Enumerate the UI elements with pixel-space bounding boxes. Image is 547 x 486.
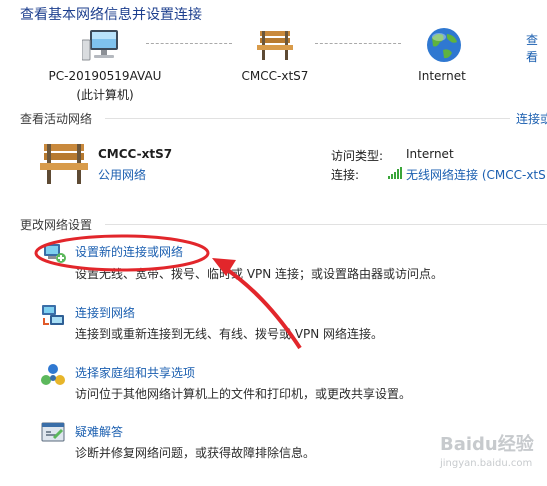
network-type-link[interactable]: 公用网络 — [98, 166, 146, 183]
network-name-label: CMCC-xtS7 — [241, 69, 309, 83]
task-connect-network-link[interactable]: 连接到网络 — [75, 304, 135, 321]
connector-line-left — [146, 43, 232, 44]
connect-network-icon[interactable] — [40, 302, 66, 328]
task-troubleshoot-desc: 诊断并修复网络问题，或获得故障排除信息。 — [75, 446, 316, 460]
bench-network-icon — [255, 28, 295, 62]
task-setup-connection-desc: 设置无线、宽带、拨号、临时或 VPN 连接；或设置路由器或访问点。 — [75, 267, 444, 281]
wireless-connection-link[interactable]: 无线网络连接 (CMCC-xtS — [406, 166, 546, 183]
page-title: 查看基本网络信息并设置连接 — [20, 7, 202, 23]
task-connect-network-desc: 连接到或重新连接到无线、有线、拨号或 VPN 网络连接。 — [75, 327, 384, 341]
computer-icon — [81, 28, 124, 64]
troubleshoot-icon[interactable] — [40, 420, 66, 446]
internet-label: Internet — [418, 69, 466, 83]
watermark-sub: jingyan.baidu.com — [440, 458, 533, 469]
signal-bars-icon — [388, 167, 402, 179]
connections-label: 连接: — [331, 168, 360, 182]
divider — [105, 118, 510, 119]
setup-connection-icon[interactable] — [42, 240, 68, 266]
computer-name: PC-20190519AVAU — [48, 69, 162, 83]
task-homegroup-link[interactable]: 选择家庭组和共享选项 — [75, 364, 195, 381]
task-setup-connection-link[interactable]: 设置新的连接或网络 — [75, 243, 183, 260]
section-active-networks: 查看活动网络 — [20, 112, 93, 126]
connector-line-right — [315, 43, 401, 44]
task-troubleshoot-link[interactable]: 疑难解答 — [75, 423, 123, 440]
bench-network-icon — [38, 140, 90, 186]
active-network-name: CMCC-xtS7 — [98, 147, 173, 161]
watermark-text: Baidu经验 — [440, 434, 534, 455]
globe-icon — [425, 26, 463, 64]
computer-sub-label: (此计算机) — [76, 88, 134, 102]
see-full-map-link[interactable]: 查看 — [526, 31, 547, 65]
connect-or-disconnect-link[interactable]: 连接或 — [516, 110, 547, 127]
baidu-watermark: Baidu经验 jingyan.baidu.com — [440, 430, 546, 484]
divider — [105, 224, 547, 225]
task-homegroup-desc: 访问位于其他网络计算机上的文件和打印机，或更改共享设置。 — [75, 387, 412, 401]
homegroup-icon[interactable] — [40, 362, 66, 388]
access-type-value: Internet — [406, 147, 454, 161]
section-change-settings: 更改网络设置 — [20, 218, 93, 232]
access-type-label: 访问类型: — [331, 149, 384, 163]
